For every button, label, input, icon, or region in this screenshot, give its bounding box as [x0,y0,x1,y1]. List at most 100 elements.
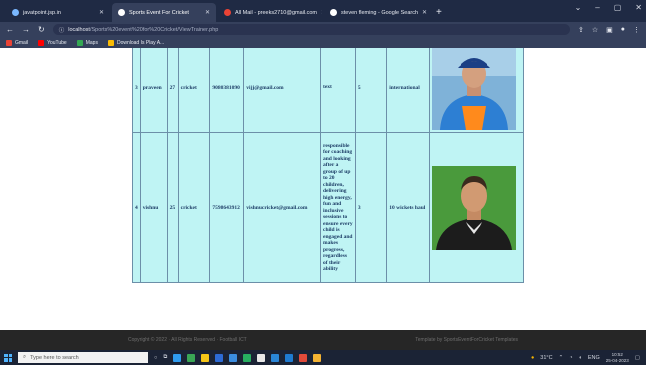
notification-icon[interactable]: ▢ [635,355,640,361]
bookmark-youtube[interactable]: YouTube [38,39,67,46]
trainer-email: vijj@gmail.com [243,48,321,133]
menu-icon[interactable]: ⋮ [633,26,640,34]
edge-icon[interactable] [173,353,182,362]
app-icon[interactable] [313,353,322,362]
trainer-description: responsible for coaching and looking aft… [320,132,356,283]
weather-temp[interactable]: 31°C [540,355,552,361]
tab-label: Sports Event For Cricket [129,9,189,16]
page-content: 3 praveen 27 cricket 9080381090 vijj@gma… [0,48,646,330]
trainer-sport: cricket [177,132,211,283]
trainer-age: 25 [166,132,179,283]
bookmarks-bar: Gmail YouTube Maps Download Is Play A... [0,37,646,48]
app-icon[interactable] [285,353,294,362]
app-icon[interactable] [271,353,280,362]
trainer-email: vishnucricket@gmail.com [243,132,321,283]
trainer-phone: 9080381090 [209,48,245,133]
play-icon [107,39,114,46]
url-path: /Sports%20event%20for%20Cricket/ViewTrai… [89,26,219,33]
trainer-phone: 7598643912 [209,132,245,283]
store-icon[interactable] [215,353,224,362]
volume-icon[interactable]: ◖ [579,355,582,361]
clock-date: 25-04-2023 [605,357,629,363]
trainer-photo-cell [429,48,524,133]
trainer-sport: cricket [177,48,211,133]
mail-icon[interactable] [229,353,238,362]
cortana-icon[interactable]: ○ [154,355,157,361]
globe-icon [118,9,125,16]
tab-gmail[interactable]: All Mail - preeks2710@gmail.com ✕ [218,3,322,22]
browser-tab-strip: javatpoint.jsp.in ✕ Sports Event For Cri… [0,0,646,22]
tab-close-icon[interactable]: ✕ [205,9,210,16]
site-footer: Copyright © 2022 · All Rights Reserved ·… [0,330,646,350]
tray-chevron-icon[interactable]: ⌃ [559,355,564,361]
url-host: localhost [68,26,90,33]
tab-close-icon[interactable]: ✕ [321,9,322,16]
gmail-icon [6,39,12,46]
tab-javatpoint[interactable]: javatpoint.jsp.in ✕ [6,3,110,22]
trainer-description: text [320,48,356,133]
window-controls: ⌄ – ▢ ✕ [575,3,642,12]
globe-icon [12,9,19,16]
taskbar-search-input[interactable]: ⌕ Type here to search [18,352,148,363]
trainer-photo [432,165,517,250]
minimize-icon[interactable]: – [595,3,599,12]
browser-toolbar: ← → ↻ ⓘ localhost/Sports%20event%20for%2… [0,22,646,37]
trainer-name: praveen [139,48,168,133]
tab-close-icon[interactable]: ✕ [422,9,427,16]
search-placeholder: Type here to search [30,354,79,361]
google-icon [330,9,337,16]
forward-icon[interactable]: → [22,25,30,34]
weather-icon: ● [530,354,535,361]
app-icon[interactable] [299,353,308,362]
bookmark-label: Download Is Play A... [116,39,165,46]
network-icon[interactable]: ◔ [569,355,572,361]
bookmark-maps[interactable]: Maps [76,39,98,46]
close-icon[interactable]: ✕ [635,3,642,12]
search-icon: ⌕ [23,354,27,360]
system-tray: ● 31°C ⌃ ◔ ◖ ENG 10:52 25-04-2023 ▢ [531,352,646,364]
bookmark-label: YouTube [47,39,67,46]
tab-label: All Mail - preeks2710@gmail.com [235,9,318,16]
trainer-experience: 3 [354,132,388,283]
chevron-down-icon[interactable]: ⌄ [575,3,582,12]
trainer-table: 3 praveen 27 cricket 9080381090 vijj@gma… [132,48,524,283]
footer-credit: Template by SportsEventForCricket Templa… [415,337,518,343]
youtube-icon [38,39,45,46]
table-row: 4 vishnu 25 cricket 7598643912 vishnucri… [132,132,524,283]
star-icon[interactable]: ☆ [592,26,598,34]
clock[interactable]: 10:52 25-04-2023 [606,352,629,364]
trainer-name: vishnu [139,132,168,283]
trainer-achievement: 10 wickets haul [386,132,431,283]
app-icon[interactable] [243,353,252,362]
tab-close-icon[interactable]: ✕ [99,9,104,16]
share-icon[interactable]: ⇪ [578,26,584,34]
profile-avatar-icon[interactable]: ● [621,26,625,34]
language-label[interactable]: ENG [588,355,600,361]
bookmark-gmail[interactable]: Gmail [6,39,29,46]
windows-taskbar: ⌕ Type here to search ○ ⧉ ● 31°C ⌃ ◔ ◖ E… [0,350,646,365]
footer-copyright: Copyright © 2022 · All Rights Reserved ·… [128,337,247,343]
tab-sports-event[interactable]: Sports Event For Cricket ✕ [112,3,216,22]
task-view-icon[interactable]: ⧉ [163,354,167,361]
new-tab-button[interactable]: + [430,3,448,22]
reload-icon[interactable]: ↻ [38,25,45,34]
windows-start-icon[interactable] [4,353,12,362]
bookmark-label: Maps [85,39,98,46]
tab-label: steven fleming - Google Search [341,9,419,16]
maximize-icon[interactable]: ▢ [614,3,622,12]
file-explorer-icon[interactable] [201,353,210,362]
trainer-experience: 5 [354,48,388,133]
tab-label: javatpoint.jsp.in [23,9,61,16]
chrome-icon[interactable] [257,353,266,362]
trainer-achievement: international [386,48,431,133]
table-row: 3 praveen 27 cricket 9080381090 vijj@gma… [132,48,524,133]
trainer-id: 3 [132,48,141,133]
bookmark-download[interactable]: Download Is Play A... [107,39,165,46]
app-icon[interactable] [187,353,196,362]
tab-google-search[interactable]: steven fleming - Google Search ✕ [324,3,428,22]
back-icon[interactable]: ← [6,25,14,34]
gmail-icon [224,9,231,16]
extension-icon[interactable]: ▣ [606,26,613,34]
address-bar[interactable]: ⓘ localhost/Sports%20event%20for%20Crick… [52,24,570,35]
bookmark-label: Gmail [15,39,29,46]
